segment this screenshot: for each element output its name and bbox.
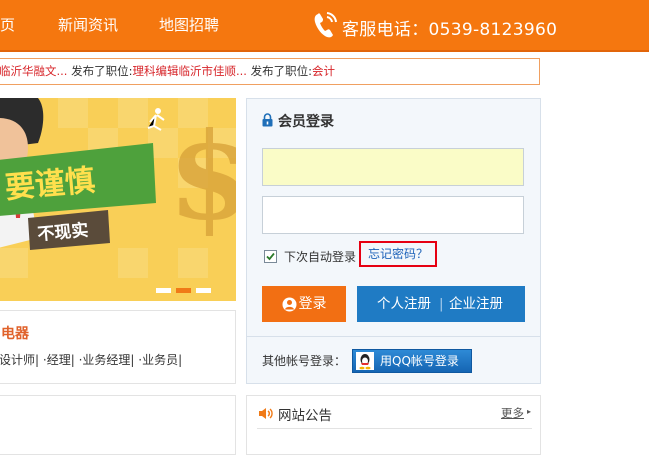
banner-carousel[interactable]: $ 要谨慎 不现实 (0, 98, 236, 301)
banner-subtitle: 不现实 (37, 220, 90, 245)
job-role-link[interactable]: 设计师| (0, 353, 39, 367)
site-announcement-panel: 网站公告 更多 ▸ (246, 395, 541, 455)
latest-jobs-ticker: 临沂华融文... 发布了职位:理科编辑临沂市佳顺... 发布了职位:会计 (0, 58, 540, 85)
nav-item-news[interactable]: 新闻资讯 (58, 15, 118, 35)
carousel-dot[interactable] (196, 288, 211, 293)
register-separator: | (439, 296, 444, 312)
job-role-list: 设计师| ·经理| ·业务经理| ·业务员| (0, 351, 182, 368)
job-category-card: 电器 设计师| ·经理| ·业务经理| ·业务员| (0, 310, 236, 384)
nav-item-map-jobs[interactable]: 地图招聘 (159, 15, 219, 35)
left-bottom-box (0, 395, 236, 455)
job-role-link[interactable]: ·经理| (43, 353, 75, 367)
carousel-dot-active[interactable] (176, 288, 191, 293)
carousel-dot[interactable] (156, 288, 171, 293)
hotline-text: 客服电话：0539-8123960 (342, 20, 558, 40)
login-heading: 会员登录 (278, 114, 334, 130)
banner-image: $ 要谨慎 不现实 (0, 98, 236, 301)
ticker-text: 发布了职位: (67, 64, 133, 78)
username-input[interactable] (262, 148, 524, 186)
lock-icon (262, 113, 273, 127)
job-role-link[interactable]: ·业务经理| (79, 353, 135, 367)
svg-text:$: $ (168, 106, 236, 247)
register-buttons: 个人注册 | 企业注册 (357, 286, 525, 322)
member-login-panel: 会员登录 下次自动登录 忘记密码？ 登录 个人注册 | 企业注册 其他帐号登录： (246, 98, 541, 384)
password-input[interactable] (262, 196, 524, 234)
qq-login-label: 用QQ帐号登录 (380, 354, 459, 368)
ticker-job-link[interactable]: 理科编辑临沂市佳顺... (133, 64, 247, 78)
more-link[interactable]: 更多 (501, 405, 524, 421)
other-login-label: 其他帐号登录： (262, 354, 347, 368)
announcement-title: 网站公告 (278, 408, 332, 424)
divider (247, 336, 540, 337)
job-role-link[interactable]: ·业务员| (138, 353, 182, 367)
company-register-button[interactable]: 企业注册 (449, 286, 503, 322)
job-category-title[interactable]: 电器 (1, 323, 29, 343)
remember-checkbox[interactable] (264, 250, 277, 263)
ticker-text: 发布了职位: (246, 64, 312, 78)
phone-icon (314, 12, 337, 38)
ticker-company-link[interactable]: 临沂华融文... (0, 64, 67, 78)
login-button[interactable]: 登录 (262, 286, 346, 322)
user-icon (282, 297, 296, 311)
ticker-job-link[interactable]: 会计 (312, 64, 335, 78)
nav-item-home[interactable]: 页 (0, 15, 15, 35)
top-nav: 页 新闻资讯 地图招聘 客服电话：0539-8123960 (0, 0, 649, 52)
remember-label: 下次自动登录 (284, 250, 357, 264)
speaker-icon (259, 408, 273, 419)
login-button-label: 登录 (298, 296, 327, 312)
forgot-password-link[interactable]: 忘记密码？ (359, 241, 437, 267)
personal-register-button[interactable]: 个人注册 (377, 286, 431, 322)
checkmark-icon (266, 252, 275, 261)
divider (257, 428, 532, 429)
qq-login-button[interactable]: 用QQ帐号登录 (352, 349, 472, 373)
qq-icon (356, 352, 374, 370)
chevron-right-icon: ▸ (527, 407, 532, 416)
